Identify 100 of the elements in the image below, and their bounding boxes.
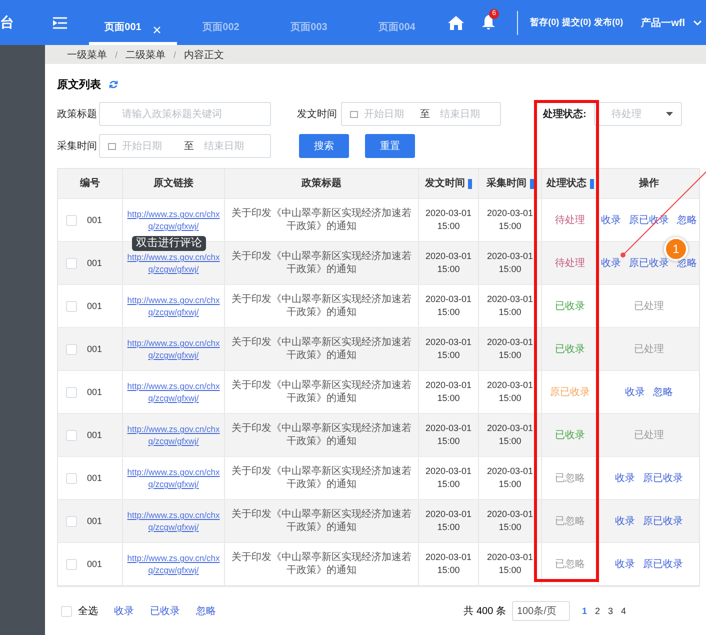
table-cell-text: 2020-03-01 15:00 bbox=[486, 465, 534, 491]
reset-button[interactable]: 重置 bbox=[365, 134, 415, 158]
table-cell: 001 bbox=[87, 300, 102, 312]
table-cell: 001 bbox=[87, 558, 102, 570]
row-checkbox[interactable] bbox=[66, 214, 77, 226]
page-number[interactable]: 4 bbox=[616, 606, 630, 616]
field-label: 采集时间 bbox=[57, 140, 98, 153]
select-all-label: 全选 bbox=[78, 604, 98, 618]
action-link[interactable]: 收录 bbox=[625, 385, 645, 399]
action-link[interactable]: 收录 bbox=[601, 213, 621, 227]
table-cell-text: 关于印发《中山翠亭新区实现经济加速若干政策》的通知 bbox=[230, 508, 412, 534]
row-checkbox[interactable] bbox=[66, 258, 77, 268]
row-checkbox[interactable] bbox=[66, 558, 77, 570]
close-icon[interactable] bbox=[153, 26, 162, 34]
page-number[interactable]: 3 bbox=[604, 606, 617, 616]
sort-icon[interactable] bbox=[590, 178, 594, 188]
column-header[interactable]: 采集时间 bbox=[486, 177, 526, 190]
page-number[interactable]: 1 bbox=[578, 606, 591, 616]
breadcrumb-separator: / bbox=[115, 50, 118, 60]
table-cell-text: 2020-03-01 15:00 bbox=[486, 250, 534, 276]
field-label: 发文时间 bbox=[297, 108, 338, 121]
chevron-down-icon[interactable] bbox=[693, 20, 702, 26]
source-link[interactable]: http://www.zs.gov.cn/chxq/zcgw/gfxwj/ bbox=[126, 380, 221, 404]
status-text: 已忽略 bbox=[555, 558, 585, 570]
row-checkbox[interactable] bbox=[66, 516, 77, 526]
tooltip: 双击进行评论 bbox=[132, 236, 206, 251]
action-link[interactable]: 收录 bbox=[601, 256, 621, 270]
counter-link[interactable]: 发布(0) bbox=[594, 16, 624, 29]
source-link[interactable]: http://www.zs.gov.cn/chxq/zcgw/gfxwj/ bbox=[126, 294, 221, 318]
bulk-action-link[interactable]: 忽略 bbox=[196, 604, 216, 618]
breadcrumb-item[interactable]: 二级菜单 bbox=[126, 48, 166, 62]
table-cell-text: 2020-03-01 15:00 bbox=[424, 379, 473, 405]
breadcrumb-item[interactable]: 内容正文 bbox=[184, 48, 224, 62]
action-link[interactable]: 收录 bbox=[615, 471, 635, 485]
source-link[interactable]: http://www.zs.gov.cn/chxq/zcgw/gfxwj/ bbox=[126, 423, 221, 447]
table-cell-text: 2020-03-01 15:00 bbox=[486, 422, 534, 448]
row-checkbox[interactable] bbox=[66, 472, 77, 484]
refresh-icon[interactable] bbox=[109, 80, 118, 88]
bulk-action-link[interactable]: 收录 bbox=[114, 604, 134, 618]
sort-icon[interactable] bbox=[530, 178, 534, 188]
column-header[interactable]: 处理状态 bbox=[546, 177, 586, 190]
table-cell-text: 2020-03-01 15:00 bbox=[486, 293, 534, 319]
source-link[interactable]: http://www.zs.gov.cn/chxq/zcgw/gfxwj/ bbox=[126, 466, 221, 490]
row-checkbox[interactable] bbox=[66, 300, 77, 312]
action-link[interactable]: 忽略 bbox=[653, 385, 673, 399]
action-link[interactable]: 原已收录 bbox=[643, 471, 683, 485]
status-text: 待处理 bbox=[555, 256, 585, 270]
search-button[interactable]: 搜索 bbox=[299, 134, 349, 158]
source-link[interactable]: http://www.zs.gov.cn/chxq/zcgw/gfxwj/ bbox=[126, 552, 221, 576]
counter-link[interactable]: 提交(0) bbox=[562, 16, 592, 29]
column-header: 操作 bbox=[639, 177, 659, 190]
source-link[interactable]: http://www.zs.gov.cn/chxq/zcgw/gfxwj/ bbox=[126, 337, 221, 361]
field-label: 处理状态: bbox=[543, 108, 586, 121]
table-cell-text: 2020-03-01 15:00 bbox=[486, 379, 534, 405]
bulk-action-link[interactable]: 已收录 bbox=[150, 604, 180, 618]
table-cell-text: 关于印发《中山翠亭新区实现经济加速若干政策》的通知 bbox=[230, 250, 412, 276]
user-name[interactable]: 产品一wfl bbox=[641, 16, 685, 30]
status-text: 已处理 bbox=[634, 428, 664, 442]
page-number[interactable]: 2 bbox=[590, 606, 604, 616]
page-size-select[interactable]: 100条/页 bbox=[512, 601, 570, 621]
source-link[interactable]: http://www.zs.gov.cn/chxq/zcgw/gfxwj/ bbox=[126, 208, 221, 232]
table-cell-text: 2020-03-01 15:00 bbox=[486, 336, 534, 362]
table-cell-text: 关于印发《中山翠亭新区实现经济加速若干政策》的通知 bbox=[230, 422, 412, 448]
dropdown-icon bbox=[666, 112, 674, 116]
column-header[interactable]: 发文时间 bbox=[425, 177, 465, 190]
table-cell: 001 bbox=[87, 428, 102, 442]
field-label: 政策标题 bbox=[57, 108, 98, 121]
table-cell-text: 2020-03-01 15:00 bbox=[424, 508, 473, 534]
select-all-checkbox[interactable] bbox=[61, 606, 72, 616]
action-link[interactable]: 原已收录 bbox=[643, 557, 683, 571]
source-link[interactable]: http://www.zs.gov.cn/chxq/zcgw/gfxwj/ bbox=[126, 251, 221, 275]
date-range-field[interactable]: 开始日期 至 结束日期 bbox=[99, 134, 271, 158]
breadcrumb-item[interactable]: 一级菜单 bbox=[67, 48, 107, 62]
row-checkbox[interactable] bbox=[66, 344, 77, 354]
table-cell-text: 2020-03-01 15:00 bbox=[424, 465, 473, 491]
logo-text: 台 bbox=[0, 14, 14, 32]
action-link[interactable]: 忽略 bbox=[677, 213, 697, 227]
counter-link[interactable]: 暂存(0) bbox=[530, 16, 560, 29]
table-cell-text: 2020-03-01 15:00 bbox=[486, 508, 534, 534]
status-text: 已收录 bbox=[555, 428, 585, 442]
table-cell-text: 2020-03-01 15:00 bbox=[424, 336, 473, 362]
source-link[interactable]: http://www.zs.gov.cn/chxq/zcgw/gfxwj/ bbox=[126, 509, 221, 533]
sort-icon[interactable] bbox=[468, 178, 472, 188]
action-link[interactable]: 收录 bbox=[615, 514, 635, 528]
column-header: 编号 bbox=[80, 177, 100, 190]
row-checkbox[interactable] bbox=[66, 430, 77, 440]
table-cell-text: 关于印发《中山翠亭新区实现经济加速若干政策》的通知 bbox=[230, 379, 412, 405]
row-checkbox[interactable] bbox=[66, 386, 77, 398]
calendar-icon bbox=[350, 110, 358, 118]
status-text: 已忽略 bbox=[555, 472, 585, 484]
menu-icon[interactable] bbox=[53, 16, 67, 28]
home-icon[interactable] bbox=[448, 16, 464, 30]
date-range-field[interactable]: 开始日期 至 结束日期 bbox=[341, 102, 501, 126]
bell-icon[interactable] bbox=[482, 15, 496, 30]
action-link[interactable]: 收录 bbox=[615, 557, 635, 571]
action-link[interactable]: 原已收录 bbox=[643, 514, 683, 528]
table-cell-text: 关于印发《中山翠亭新区实现经济加速若干政策》的通知 bbox=[230, 293, 412, 319]
breadcrumb-separator: / bbox=[174, 50, 176, 60]
status-text: 已处理 bbox=[634, 300, 664, 312]
table-cell-text: 2020-03-01 15:00 bbox=[424, 250, 473, 276]
